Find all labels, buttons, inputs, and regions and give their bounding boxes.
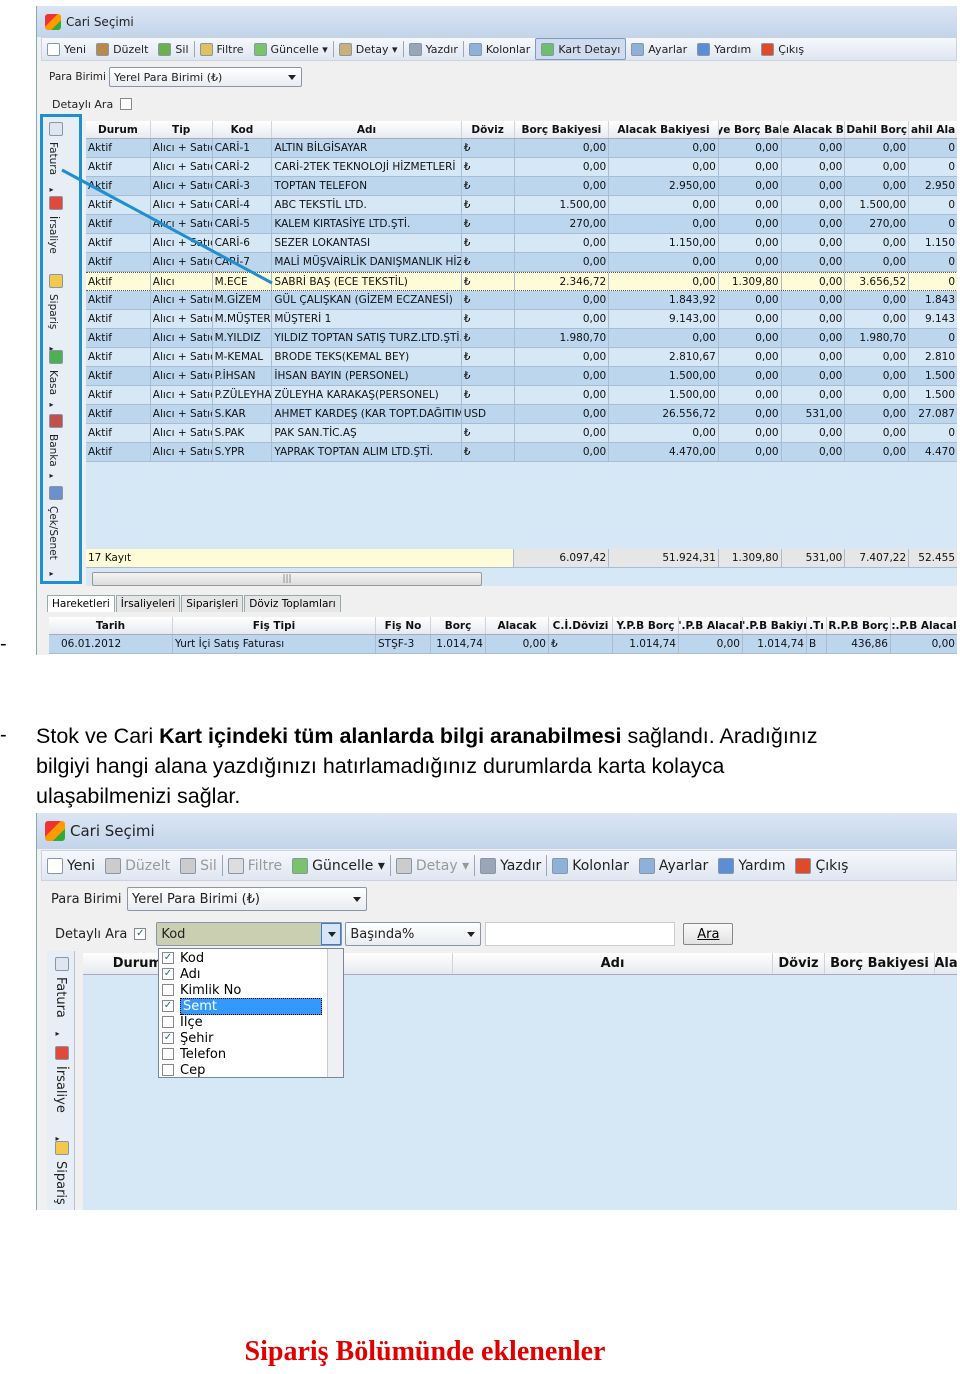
search-field-select[interactable]: Kod (156, 922, 343, 946)
dropdown-option-kimlik-no[interactable]: Kimlik No (159, 982, 343, 998)
toolbar-label: Güncelle ▾ (312, 857, 385, 874)
detail-icon (395, 857, 412, 874)
checkbox[interactable]: ✓ (162, 1000, 174, 1012)
chevron-down-icon (353, 897, 361, 902)
checkbox[interactable]: ✓ (162, 968, 174, 980)
option-label: Telefon (180, 1046, 227, 1062)
du-zelt-button[interactable]: Düzelt (100, 851, 175, 880)
c-k-s-button[interactable]: Çıkış (790, 851, 853, 880)
sidebar-item-siparis[interactable]: Sipariş (53, 1161, 68, 1205)
option-label: İlçe (180, 1014, 203, 1030)
siparis-icon[interactable] (55, 1141, 69, 1155)
annotation-arrow-line (61, 168, 273, 285)
column-header-borc-bakiyesi[interactable]: Borç Bakiyesi (825, 953, 935, 974)
chevron-down-icon (467, 932, 476, 937)
option-label: Kod (180, 950, 205, 966)
toolbar-label: Yardım (738, 857, 786, 874)
toolbar-label: Filtre (247, 857, 283, 874)
toolbar: Yeni Düzelt Sil Filtre Güncelle ▾ Detay ▾ Yazd… (41, 850, 957, 881)
filtre-button[interactable]: Filtre (223, 851, 287, 880)
column-header-alacak[interactable]: Ala (935, 953, 957, 974)
cari-secimi-window-2: Cari Seçimi Yeni Düzelt Sil Filtre Güncelle … (36, 813, 957, 1210)
dropdown-option-semt[interactable]: ✓ Semt (159, 997, 343, 1015)
gu-ncelle-button[interactable]: Güncelle ▾ (287, 851, 390, 880)
sidebar-item-fatura[interactable]: Fatura (53, 977, 68, 1018)
toolbar-label: Kolonlar (572, 857, 629, 874)
dropdown-option-s-ehir[interactable]: ✓ Şehir (159, 1030, 343, 1046)
checkbox[interactable]: ✓ (162, 952, 174, 964)
exit-icon (795, 857, 812, 874)
search-button[interactable]: Ara (683, 923, 734, 945)
toolbar-label: Çıkış (815, 857, 849, 874)
detayli-ara-row: Detaylı Ara ✓ Kod Başında% Ara (55, 921, 734, 947)
title-bar: Cari Seçimi (37, 813, 957, 849)
i-rsaliye-icon[interactable] (55, 1046, 69, 1060)
checkbox[interactable] (162, 1064, 174, 1076)
detayli-ara-label: Detaylı Ara (55, 926, 128, 942)
delete-icon (180, 857, 197, 874)
help-icon (718, 857, 735, 874)
detay-button[interactable]: Detay ▾ (391, 851, 474, 880)
match-mode-select[interactable]: Başında% (345, 922, 482, 946)
checkbox[interactable] (162, 1048, 174, 1060)
dropdown-option-cep[interactable]: Cep (159, 1062, 343, 1078)
option-label: Şehir (180, 1030, 214, 1046)
kolonlar-button[interactable]: Kolonlar (547, 851, 634, 880)
search-icon (227, 857, 244, 874)
detayli-ara-checkbox[interactable]: ✓ (134, 928, 147, 940)
sil-button[interactable]: Sil (175, 851, 222, 880)
window-title: Cari Seçimi (70, 822, 155, 840)
module-sidebar: Fatura▸İrsaliye▸Sipariş▸ (47, 951, 75, 1210)
toolbar-label: Ayarlar (658, 857, 709, 874)
app-icon (45, 821, 65, 841)
yard-m-button[interactable]: Yardım (713, 851, 790, 880)
columns-icon (552, 857, 569, 874)
search-field-dropdown: ✓ Kod ✓ Adı Kimlik No ✓ Semt İlçe ✓ Şehir Telefon C… (158, 948, 344, 1078)
checkbox[interactable] (162, 1016, 174, 1028)
toolbar-label: Yazdır (500, 857, 542, 874)
dropdown-option-telefon[interactable]: Telefon (159, 1046, 343, 1062)
section-caption: Sipariş Bölümünde eklenenler (244, 1336, 606, 1367)
settings-icon (638, 857, 655, 874)
chevron-right-icon: ▸ (53, 1029, 62, 1039)
column-header-doviz[interactable]: Döviz (773, 953, 825, 974)
para-birimi-row: Para Birimi Yerel Para Birimi (₺) (51, 886, 367, 912)
bullet-dash: - (0, 633, 7, 655)
dropdown-option-ad[interactable]: ✓ Adı (159, 966, 343, 982)
option-label: Adı (180, 966, 201, 982)
checkbox[interactable] (162, 984, 174, 996)
bullet-dash: - (0, 724, 7, 746)
refresh-icon (292, 857, 309, 874)
ayarlar-button[interactable]: Ayarlar (634, 851, 713, 880)
new-doc-icon (47, 857, 63, 874)
paragraph-line-1: Stok ve Cari Kart içindeki tüm alanlarda… (36, 724, 818, 748)
chevron-down-icon (328, 932, 337, 937)
paragraph-line-3: ulaşabilmenizi sağlar. (36, 784, 241, 808)
option-label: Semt (180, 997, 322, 1015)
yazd-r-button[interactable]: Yazdır (475, 851, 546, 880)
edit-icon (105, 857, 122, 874)
search-input[interactable] (485, 922, 676, 946)
option-label: Kimlik No (180, 982, 242, 998)
option-label: Cep (180, 1062, 206, 1078)
dropdown-scrollbar[interactable] (327, 949, 343, 1077)
printer-icon (480, 857, 497, 874)
toolbar-label: Yeni (67, 857, 96, 874)
dropdown-option-i-lc-e[interactable]: İlçe (159, 1014, 343, 1030)
checkbox[interactable]: ✓ (162, 1032, 174, 1044)
dropdown-option-kod[interactable]: ✓ Kod (159, 950, 343, 966)
column-header-durum[interactable]: Durum (83, 953, 163, 974)
toolbar-label: Sil (200, 857, 217, 874)
yeni-button[interactable]: Yeni (42, 851, 100, 880)
paragraph-line-2: bilgiyi hangi alana yazdığınızı hatırlam… (36, 754, 725, 778)
toolbar-label: Detay ▾ (415, 857, 470, 874)
para-birimi-label: Para Birimi (51, 891, 122, 907)
toolbar-label: Düzelt (125, 857, 171, 874)
para-birimi-select[interactable]: Yerel Para Birimi (₺) (127, 887, 367, 911)
fatura-icon[interactable] (55, 957, 69, 971)
column-header-adi[interactable]: Adı (453, 953, 773, 974)
sidebar-item-i-rsaliye[interactable]: İrsaliye (53, 1066, 68, 1113)
